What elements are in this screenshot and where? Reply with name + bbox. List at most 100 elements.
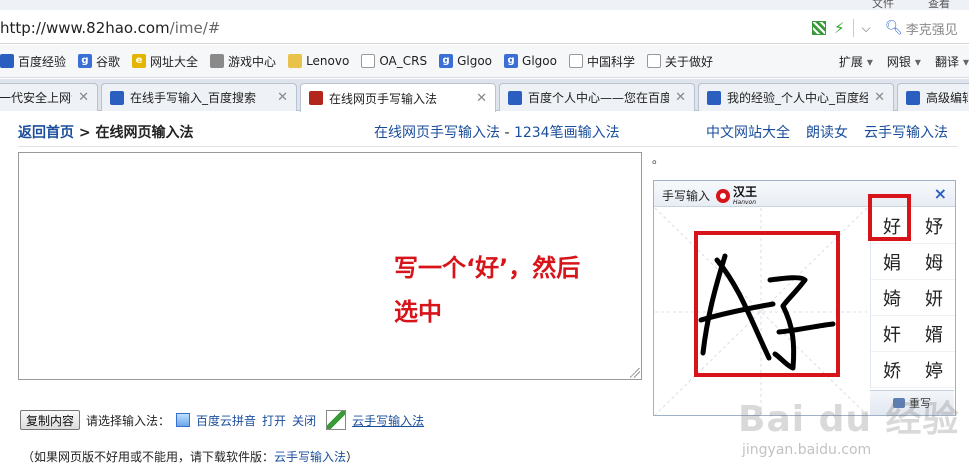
address-bar[interactable]: http://www.82hao.com/ime/# ⚡ ⌵ 🔍︎ 李克强见 bbox=[0, 10, 969, 44]
bookmark-lenovo[interactable]: Lenovo bbox=[288, 54, 349, 68]
open-link[interactable]: 打开 bbox=[262, 412, 286, 429]
candidate-char[interactable]: 妤 bbox=[913, 208, 955, 244]
right-links: 中文网站大全 朗读女 云手写输入法 bbox=[706, 122, 948, 142]
menu-view[interactable]: 查看 bbox=[928, 0, 950, 10]
resize-grip-icon[interactable] bbox=[630, 368, 640, 378]
close-icon[interactable]: ✕ bbox=[675, 90, 686, 105]
menu-file[interactable]: 文件 bbox=[872, 0, 894, 10]
hanvon-logo-icon bbox=[716, 188, 730, 203]
translate-button[interactable]: 翻译 ▾ bbox=[931, 53, 969, 70]
tab-baidu-search[interactable]: 在线手写输入_百度搜索 ✕ bbox=[101, 83, 297, 111]
online-bank-button[interactable]: 网银 ▾ bbox=[883, 53, 921, 70]
bookmark-china-science[interactable]: 中国科学 bbox=[568, 53, 635, 70]
bookmark-glgoo-2[interactable]: g Glgoo bbox=[504, 54, 557, 68]
chevron-down-icon: ▾ bbox=[914, 54, 921, 69]
bookmark-url-directory[interactable]: e 网址大全 bbox=[132, 53, 198, 70]
annotation-line-1: 写一个‘好’，然后 bbox=[394, 254, 581, 282]
chevron-down-icon: ▾ bbox=[962, 54, 969, 69]
bookmark-about[interactable]: 关于做好 bbox=[646, 53, 713, 70]
period-mark: 。 bbox=[652, 152, 665, 166]
toolbar-right: 扩展 ▾ 网银 ▾ 翻译 ▾ bbox=[824, 45, 969, 77]
doc-icon bbox=[568, 54, 583, 68]
doc-icon bbox=[361, 54, 376, 68]
choose-ime-label: 请选择输入法： bbox=[86, 413, 171, 428]
hanvon-logo: 汉王 Hanvon bbox=[716, 185, 757, 206]
breadcrumb-current: 在线网页输入法 bbox=[95, 125, 194, 141]
stroke-input-link[interactable]: 1234笔画输入法 bbox=[514, 125, 620, 141]
bookmark-baidu-jingyan[interactable]: 百度经验 bbox=[0, 53, 66, 70]
arrow-right-icon bbox=[309, 91, 323, 105]
bookmark-google[interactable]: g 谷歌 bbox=[78, 53, 120, 70]
candidate-char[interactable]: 婍 bbox=[871, 280, 913, 316]
close-icon[interactable]: ✕ bbox=[874, 90, 885, 105]
tab-handwriting-input[interactable]: 在线网页手写输入法 ✕ bbox=[300, 83, 496, 112]
center-links: 在线网页手写输入法 - 1234笔画输入法 bbox=[374, 125, 620, 141]
google-icon: g bbox=[439, 54, 454, 68]
google-icon: g bbox=[78, 54, 93, 68]
bottom-toolbar: 复制内容 请选择输入法： 百度云拼音 打开 关闭 云手写输入法 bbox=[20, 408, 424, 432]
page-header: 返回首页 > 在线网页输入法 在线网页手写输入法 - 1234笔画输入法 中文网… bbox=[0, 112, 969, 148]
close-icon[interactable]: ✕ bbox=[277, 90, 288, 105]
window-top-strip: 文件 查看 bbox=[0, 0, 969, 10]
image-icon bbox=[176, 413, 191, 427]
bookmarks-bar: 百度经验 g 谷歌 e 网址大全 游戏中心 Lenovo OA_CRS g Glgoo… bbox=[0, 45, 969, 78]
breadcrumb: 返回首页 > 在线网页输入法 bbox=[18, 125, 194, 141]
url-text[interactable]: http://www.82hao.com/ime/# bbox=[0, 19, 220, 37]
folder-icon bbox=[288, 54, 303, 68]
handwriting-canvas[interactable] bbox=[655, 208, 867, 415]
reader-link[interactable]: 朗读女 bbox=[806, 122, 848, 142]
candidate-char[interactable]: 妍 bbox=[913, 280, 955, 316]
extensions-button[interactable]: 扩展 ▾ bbox=[835, 53, 873, 70]
annotation-line-2: 选中 bbox=[394, 298, 442, 326]
tab-advanced-edit[interactable]: 高级编辑 bbox=[897, 83, 969, 111]
chinese-sites-link[interactable]: 中文网站大全 bbox=[706, 122, 790, 142]
chevron-down-icon[interactable]: ⌵ bbox=[862, 21, 871, 36]
close-icon[interactable]: ✕ bbox=[78, 90, 89, 105]
back-home-link[interactable]: 返回首页 bbox=[18, 125, 74, 141]
divider bbox=[18, 146, 958, 147]
qrcode-icon[interactable] bbox=[812, 21, 826, 35]
handwriting-link[interactable]: 在线网页手写输入法 bbox=[374, 125, 500, 141]
candidate-char[interactable]: 婿 bbox=[913, 316, 955, 352]
doc-icon bbox=[646, 54, 661, 68]
url-path: /ime/# bbox=[169, 19, 221, 37]
divider bbox=[852, 19, 854, 37]
tab-safe-browsing[interactable]: 一代安全上网专✕ bbox=[0, 83, 98, 111]
candidate-char[interactable]: 婷 bbox=[913, 352, 955, 388]
gamepad-icon bbox=[210, 54, 225, 68]
copy-content-button[interactable]: 复制内容 bbox=[20, 410, 81, 430]
baidu-pinyin-link[interactable]: 百度云拼音 bbox=[196, 412, 256, 429]
paw-icon bbox=[110, 90, 124, 105]
tab-my-experience[interactable]: 我的经验_个人中心_百度经 ✕ bbox=[698, 83, 894, 111]
cloud-handwriting-link[interactable]: 云手写输入法 bbox=[864, 122, 948, 142]
url-host: http://www.82hao.com bbox=[0, 19, 170, 37]
search-box[interactable]: 🔍︎ 李克强见 bbox=[885, 18, 969, 38]
candidate-char[interactable]: 娇 bbox=[871, 352, 913, 388]
bookmark-oa-crs[interactable]: OA_CRS bbox=[361, 54, 427, 68]
candidate-char[interactable]: 奸 bbox=[871, 316, 913, 352]
address-icons: ⚡ ⌵ bbox=[812, 19, 871, 37]
close-icon[interactable]: ✕ bbox=[476, 91, 487, 106]
tab-strip: 一代安全上网专✕ 在线手写输入_百度搜索✕ 在线网页手写输入法✕ 百度个人中心—… bbox=[0, 79, 969, 112]
download-software-link[interactable]: 云手写输入法 bbox=[274, 450, 346, 464]
candidate-char[interactable]: 姆 bbox=[913, 244, 955, 280]
paw-icon bbox=[0, 54, 14, 68]
close-link[interactable]: 关闭 bbox=[292, 412, 316, 429]
search-placeholder: 李克强见 bbox=[905, 22, 958, 38]
search-icon[interactable]: 🔍︎ bbox=[885, 20, 903, 36]
bookmark-game-center[interactable]: 游戏中心 bbox=[210, 53, 276, 70]
candidate-highlight-box bbox=[868, 194, 911, 241]
paw-icon bbox=[707, 90, 721, 105]
lightning-icon[interactable]: ⚡ bbox=[834, 19, 845, 37]
paw-icon bbox=[508, 90, 522, 105]
close-icon[interactable]: × bbox=[934, 184, 947, 203]
cloud-handwriting-bottom-link[interactable]: 云手写输入法 bbox=[352, 412, 424, 429]
candidate-char[interactable]: 娟 bbox=[871, 244, 913, 280]
pen-icon bbox=[326, 410, 347, 430]
watermark-url: jingyan.baidu.com bbox=[742, 442, 872, 458]
eraser-icon bbox=[893, 398, 905, 408]
rewrite-button[interactable]: 重写 bbox=[870, 390, 954, 415]
bookmark-glgoo-1[interactable]: g Glgoo bbox=[439, 54, 492, 68]
tab-baidu-personal[interactable]: 百度个人中心——您在百度 ✕ bbox=[499, 83, 695, 111]
download-note: （如果网页版不好用或不能用，请下载软件版：云手写输入法） bbox=[22, 450, 359, 464]
